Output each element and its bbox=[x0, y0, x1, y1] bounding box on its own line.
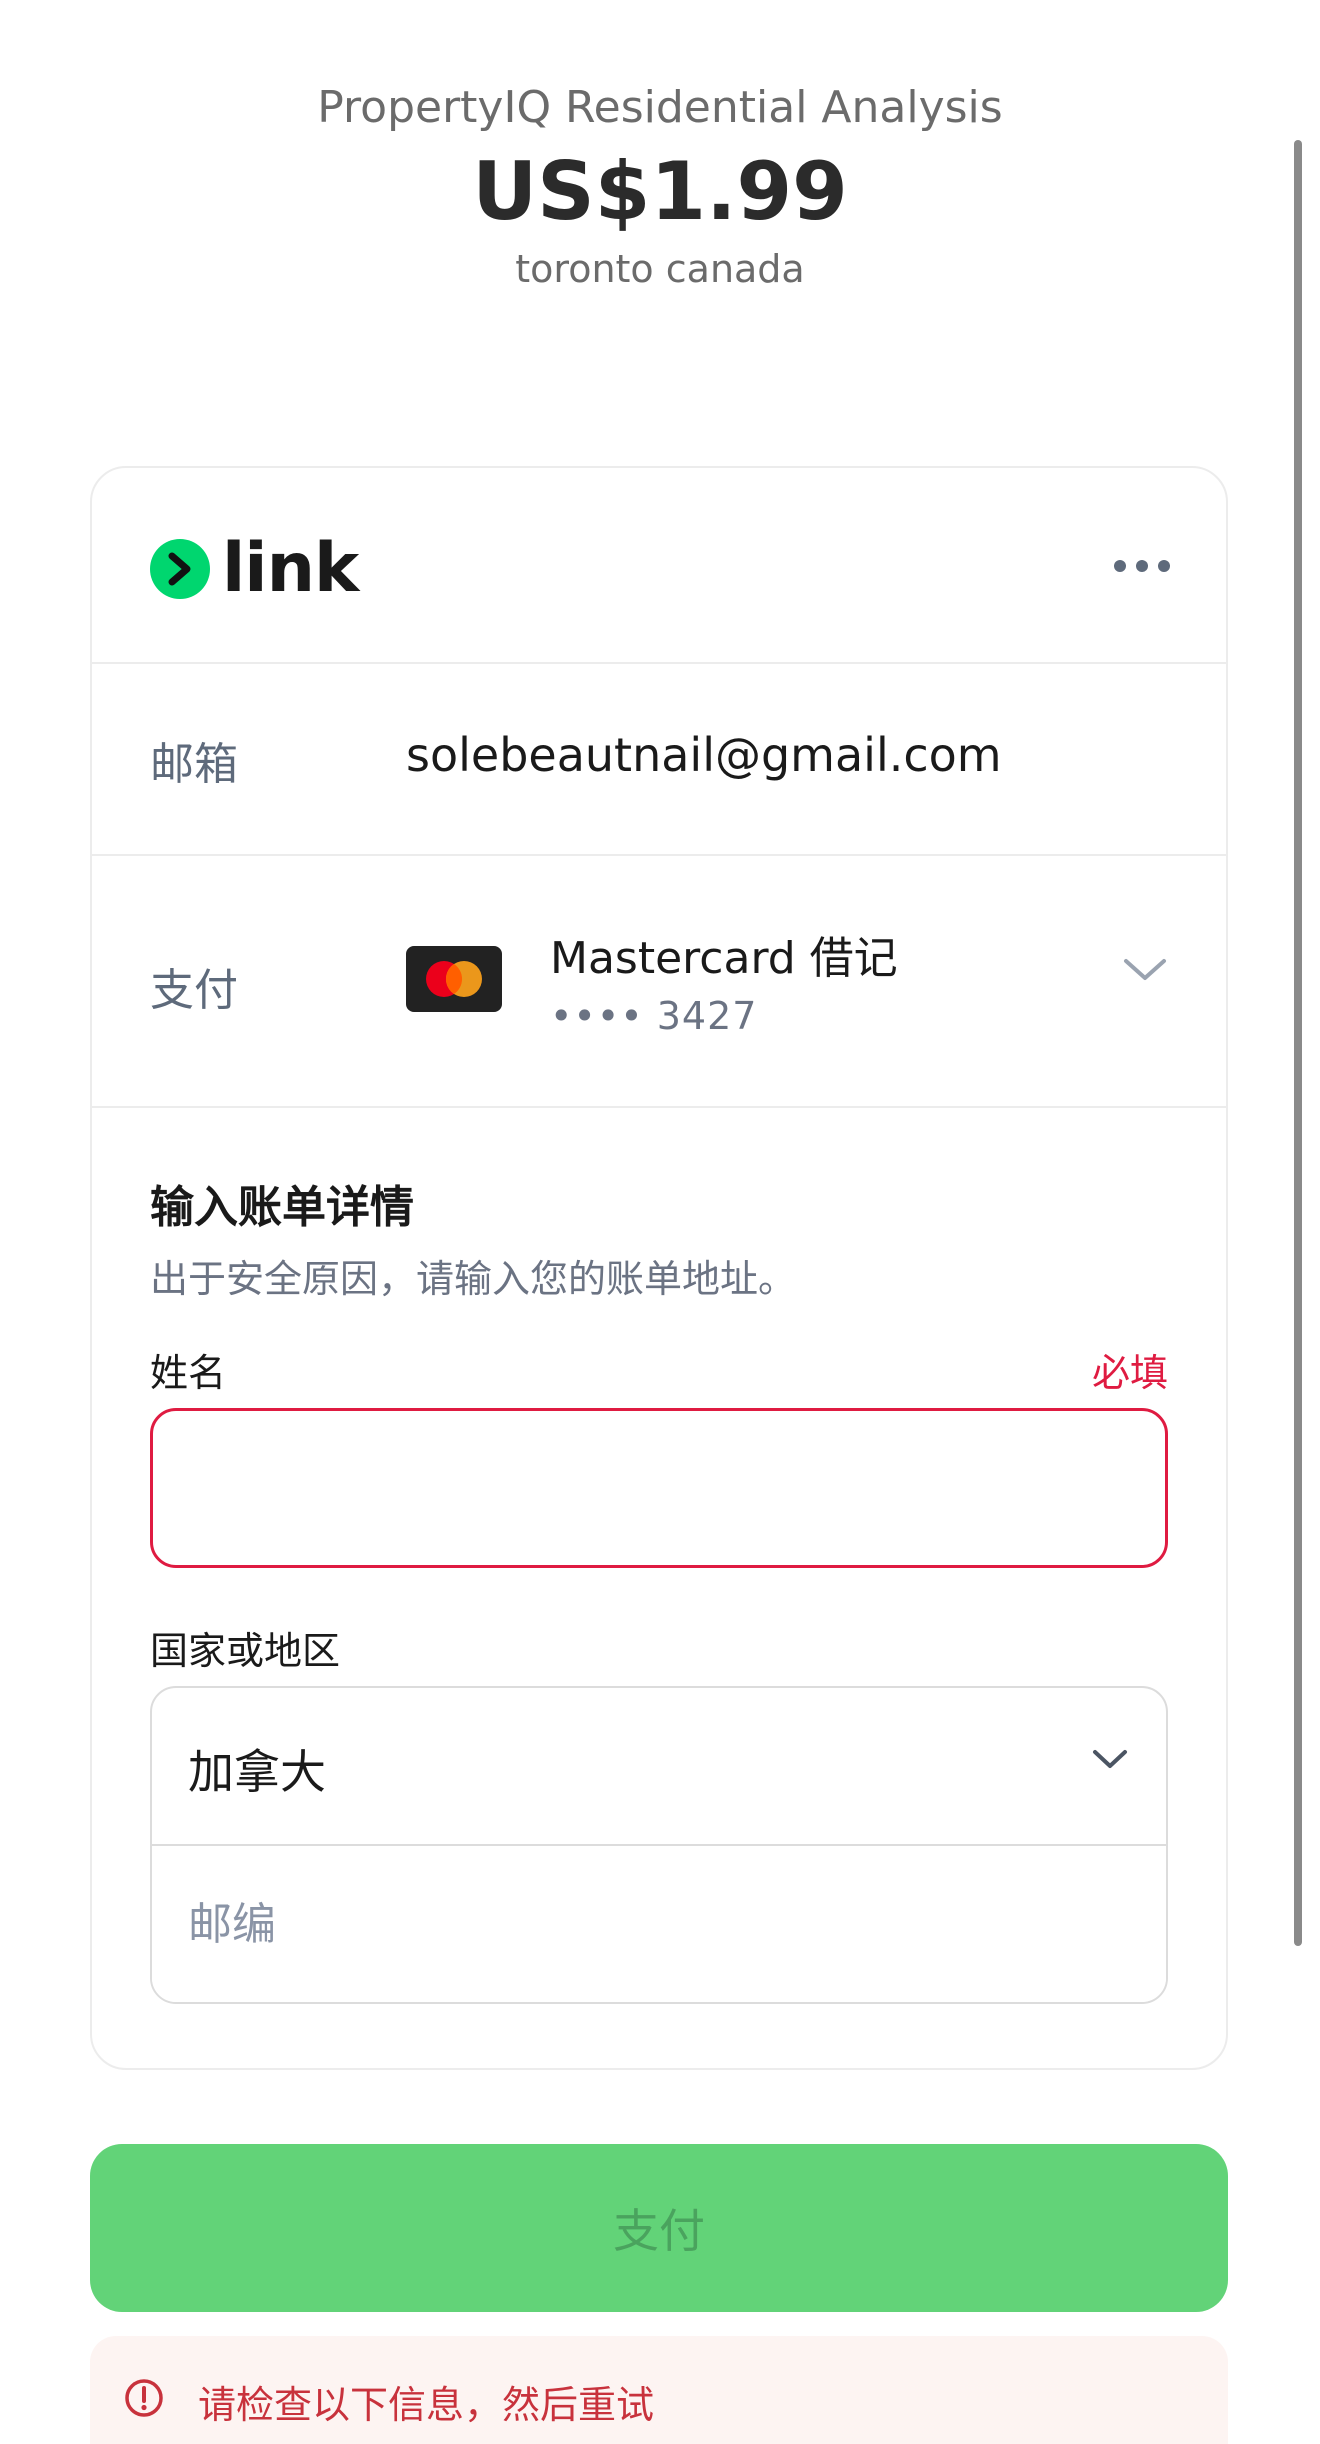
payment-method-row[interactable]: 支付 Mastercard 借记 •••• 3427 bbox=[92, 856, 1226, 1108]
country-select[interactable]: 加拿大 bbox=[152, 1688, 1166, 1846]
postal-code-input[interactable] bbox=[152, 1846, 1166, 2002]
required-tag: 必填 bbox=[1091, 1350, 1168, 1395]
country-label-row: 国家或地区 bbox=[150, 1622, 1168, 1673]
more-options-icon[interactable] bbox=[1114, 548, 1170, 584]
country-value: 加拿大 bbox=[188, 1745, 326, 1799]
order-summary: PropertyIQ Residential Analysis US$1.99 … bbox=[0, 78, 1320, 296]
payment-card: link 邮箱 solebeautnail@gmail.com 支付 Maste… bbox=[90, 466, 1228, 2070]
error-message: 请检查以下信息，然后重试 bbox=[198, 2383, 655, 2427]
link-chevron-icon bbox=[150, 539, 210, 599]
email-label: 邮箱 bbox=[150, 739, 238, 790]
email-value: solebeautnail@gmail.com bbox=[406, 728, 1002, 782]
card-name: Mastercard 借记 bbox=[550, 933, 898, 984]
mastercard-icon bbox=[406, 946, 502, 1012]
country-label: 国家或地区 bbox=[150, 1628, 341, 1673]
link-wordmark: link bbox=[222, 529, 359, 608]
price: US$1.99 bbox=[472, 145, 848, 238]
scrollbar[interactable] bbox=[1294, 140, 1302, 1946]
link-header: link bbox=[92, 468, 1226, 664]
billing-title: 输入账单详情 bbox=[150, 1182, 414, 1233]
payment-label: 支付 bbox=[150, 965, 238, 1016]
product-location: toronto canada bbox=[515, 247, 805, 291]
chevron-down-icon[interactable] bbox=[1122, 956, 1168, 988]
link-logo: link bbox=[150, 529, 359, 608]
chevron-down-icon bbox=[1092, 1748, 1128, 1774]
product-name: PropertyIQ Residential Analysis bbox=[317, 82, 1003, 133]
pay-button[interactable]: 支付 bbox=[90, 2144, 1228, 2312]
checkout-page: PropertyIQ Residential Analysis US$1.99 … bbox=[0, 0, 1320, 2444]
email-row[interactable]: 邮箱 solebeautnail@gmail.com bbox=[92, 664, 1226, 856]
address-group: 加拿大 bbox=[150, 1686, 1168, 2004]
billing-details: 输入账单详情 出于安全原因，请输入您的账单地址。 姓名 必填 国家或地区 加拿大 bbox=[92, 1108, 1226, 2004]
name-input[interactable] bbox=[150, 1408, 1168, 1568]
error-notice: 请检查以下信息，然后重试 bbox=[90, 2336, 1228, 2444]
name-label: 姓名 bbox=[150, 1350, 227, 1395]
alert-circle-icon bbox=[124, 2378, 164, 2422]
name-label-row: 姓名 必填 bbox=[150, 1344, 1168, 1395]
card-number: •••• 3427 bbox=[550, 994, 758, 1038]
billing-subtitle: 出于安全原因，请输入您的账单地址。 bbox=[150, 1257, 797, 1301]
